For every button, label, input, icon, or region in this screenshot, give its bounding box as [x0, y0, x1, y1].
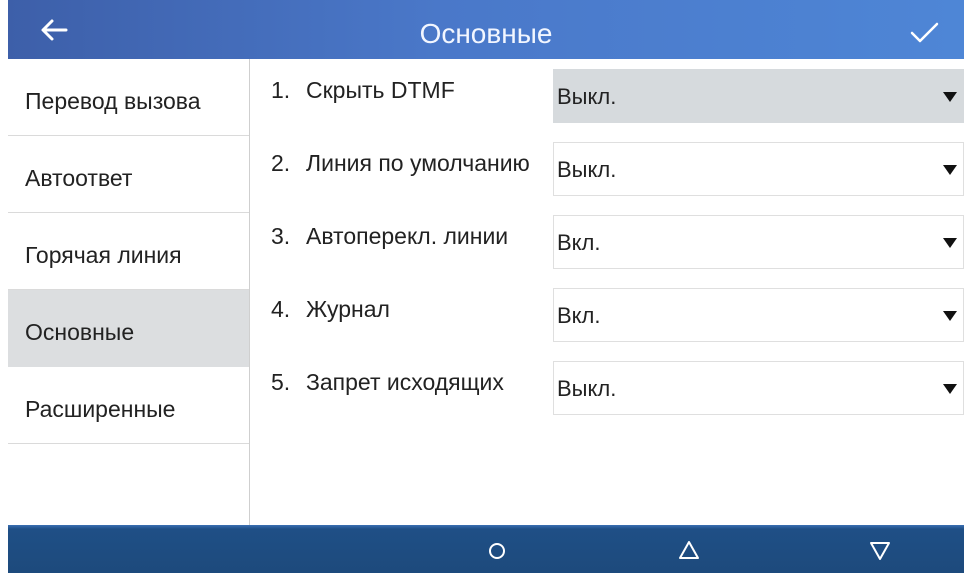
circle-home-icon[interactable]: [482, 535, 512, 565]
setting-row-log: 4. Журнал Вкл.: [251, 278, 964, 342]
hide-dtmf-select[interactable]: Выкл.: [553, 69, 964, 123]
select-value: Выкл.: [557, 84, 617, 109]
setting-number: 4.: [271, 296, 291, 322]
select-value: Вкл.: [557, 230, 601, 255]
default-line-select[interactable]: Выкл.: [553, 142, 964, 196]
sidebar-item-call-forward[interactable]: Перевод вызова: [8, 59, 249, 136]
dropdown-arrow-icon: [943, 311, 957, 321]
navigation-bar: [8, 525, 964, 573]
setting-row-outgoing-block: 5. Запрет исходящих Выкл.: [251, 351, 964, 415]
setting-row-hide-dtmf: 1. Скрыть DTMF Выкл.: [251, 59, 964, 123]
log-select[interactable]: Вкл.: [553, 288, 964, 342]
setting-label: Журнал: [306, 296, 390, 322]
setting-number: 5.: [271, 369, 291, 395]
checkmark-icon[interactable]: [906, 14, 942, 50]
title-bar: Основные: [8, 0, 964, 59]
dropdown-arrow-icon: [943, 238, 957, 248]
setting-label: Скрыть DTMF: [306, 77, 455, 103]
settings-list: 1. Скрыть DTMF Выкл. 2. Линия по умолчан…: [251, 59, 964, 525]
setting-number: 1.: [271, 77, 291, 103]
setting-label: Линия по умолчанию: [306, 150, 530, 176]
setting-row-auto-switch: 3. Автоперекл. линии Вкл.: [251, 205, 964, 269]
select-value: Выкл.: [557, 157, 617, 182]
dropdown-arrow-icon: [943, 165, 957, 175]
dropdown-arrow-icon: [943, 384, 957, 394]
setting-label: Запрет исходящих: [306, 369, 504, 395]
sidebar-item-hotline[interactable]: Горячая линия: [8, 213, 249, 290]
triangle-up-icon[interactable]: [674, 535, 704, 565]
setting-number: 2.: [271, 150, 291, 176]
auto-switch-select[interactable]: Вкл.: [553, 215, 964, 269]
setting-label: Автоперекл. линии: [306, 223, 509, 249]
setting-row-default-line: 2. Линия по умолчанию Выкл.: [251, 132, 964, 196]
sidebar-item-auto-answer[interactable]: Автоответ: [8, 136, 249, 213]
triangle-down-icon[interactable]: [865, 535, 895, 565]
sidebar: Перевод вызова Автоответ Горячая линия О…: [8, 59, 250, 525]
outgoing-block-select[interactable]: Выкл.: [553, 361, 964, 415]
dropdown-arrow-icon: [943, 92, 957, 102]
setting-number: 3.: [271, 223, 291, 249]
sidebar-item-advanced[interactable]: Расширенные: [8, 367, 249, 444]
page-title: Основные: [419, 18, 553, 49]
sidebar-item-general[interactable]: Основные: [8, 290, 249, 367]
select-value: Вкл.: [557, 303, 601, 328]
select-value: Выкл.: [557, 376, 617, 401]
